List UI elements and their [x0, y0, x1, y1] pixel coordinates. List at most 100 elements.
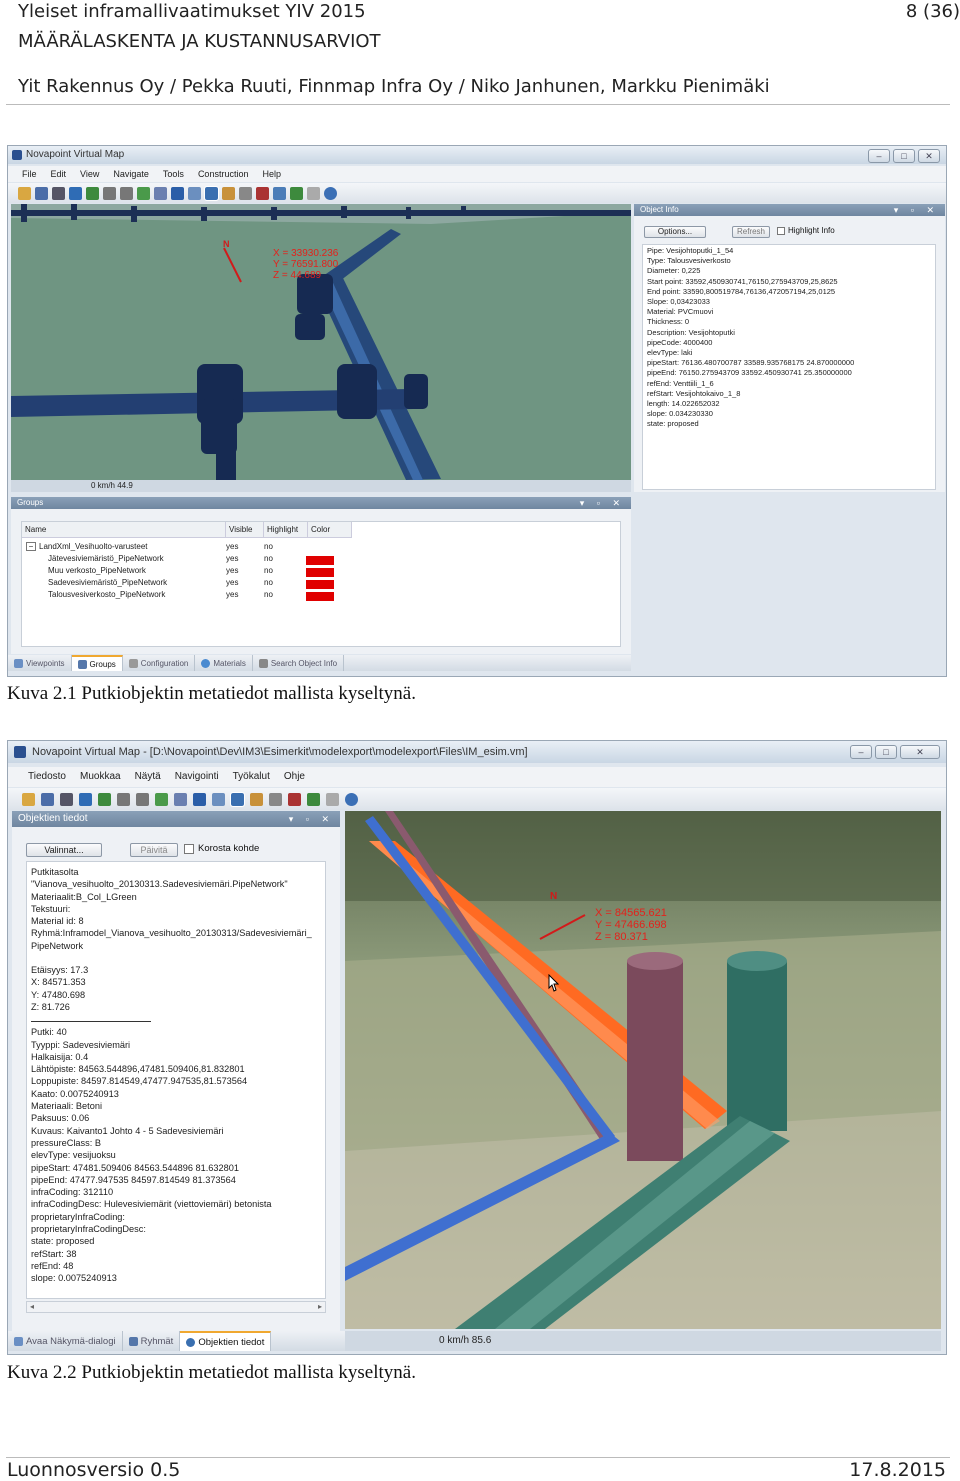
settings-icon[interactable] — [273, 186, 286, 200]
group-visible[interactable]: yes — [226, 542, 264, 554]
table-row[interactable]: Sadevesiviemäristö_PipeNetwork yes no — [48, 578, 334, 590]
menu-file[interactable]: File — [22, 166, 37, 182]
cut-icon[interactable] — [307, 186, 320, 200]
menu-navigointi[interactable]: Navigointi — [175, 767, 219, 787]
tab-search-object-info[interactable]: Search Object Info — [253, 655, 345, 671]
marker-icon[interactable] — [290, 186, 303, 200]
marker-icon[interactable] — [307, 792, 320, 806]
menu-tools[interactable]: Tools — [163, 166, 184, 182]
group-highlight[interactable]: no — [264, 542, 306, 554]
refresh-button[interactable]: Refresh — [732, 226, 770, 238]
figure2-3d-viewport[interactable]: N X = 84565.621 Y = 47466.698 Z = 80.371 — [345, 811, 941, 1329]
options-button[interactable]: Valinnat... — [26, 843, 102, 857]
highlight-info-checkbox[interactable] — [777, 227, 785, 235]
open-icon[interactable] — [22, 792, 35, 806]
group-color-swatch[interactable] — [306, 592, 334, 601]
measure-icon[interactable] — [269, 792, 282, 806]
tab-object-details[interactable]: Objektien tiedot — [180, 1331, 272, 1351]
group-color-swatch[interactable] — [306, 556, 334, 565]
group-visible[interactable]: yes — [226, 566, 264, 578]
layers-icon[interactable] — [193, 792, 206, 806]
menu-muokkaa[interactable]: Muokkaa — [80, 767, 121, 787]
group-highlight[interactable]: no — [264, 566, 306, 578]
rotate-icon[interactable] — [120, 186, 133, 200]
print-icon[interactable] — [60, 792, 73, 806]
search-icon[interactable] — [222, 186, 235, 200]
menu-help[interactable]: Help — [262, 166, 281, 182]
tab-configuration[interactable]: Configuration — [123, 655, 196, 671]
tab-viewpoints[interactable]: Viewpoints — [8, 655, 72, 671]
close-button[interactable]: ✕ — [918, 149, 940, 163]
group-color-swatch[interactable] — [306, 568, 334, 577]
maximize-button[interactable]: □ — [875, 745, 897, 759]
menu-edit[interactable]: Edit — [51, 166, 67, 182]
scroll-right-icon[interactable]: ▸ — [318, 1302, 322, 1311]
back-arrow-icon[interactable] — [69, 186, 82, 200]
back-arrow-icon[interactable] — [79, 792, 92, 806]
measure-icon[interactable] — [239, 186, 252, 200]
open-icon[interactable] — [18, 186, 31, 200]
scroll-left-icon[interactable]: ◂ — [30, 1302, 34, 1311]
walk-icon[interactable] — [137, 186, 150, 200]
figure1-3d-viewport[interactable]: N X = 33930.236 Y = 76591.800 Z = 44.689 — [11, 204, 631, 480]
column-color[interactable]: Color — [308, 522, 352, 537]
help-icon[interactable] — [324, 186, 337, 200]
column-visible[interactable]: Visible — [226, 522, 264, 537]
table-row[interactable]: − LandXml_Vesihuolto-varusteet yes no — [26, 542, 306, 554]
menu-navigate[interactable]: Navigate — [113, 166, 149, 182]
panel-controls-icon[interactable]: ▾ ▫ ✕ — [289, 811, 334, 827]
layers-icon[interactable] — [171, 186, 184, 200]
maximize-button[interactable]: □ — [893, 149, 915, 163]
group-visible[interactable]: yes — [226, 554, 264, 566]
tree-collapse-icon[interactable]: − — [26, 542, 36, 551]
highlight-object-checkbox[interactable] — [184, 844, 194, 854]
globe-icon[interactable] — [98, 792, 111, 806]
menu-ohje[interactable]: Ohje — [284, 767, 305, 787]
group-highlight[interactable]: no — [264, 590, 306, 602]
group-visible[interactable]: yes — [226, 590, 264, 602]
column-highlight[interactable]: Highlight — [264, 522, 308, 537]
tool-icon[interactable] — [256, 186, 269, 200]
tab-materials[interactable]: Materials — [195, 655, 253, 671]
menu-nayta[interactable]: Näytä — [135, 767, 161, 787]
search-icon[interactable] — [250, 792, 263, 806]
group-highlight[interactable]: no — [264, 554, 306, 566]
minimize-button[interactable]: – — [868, 149, 890, 163]
info-icon[interactable] — [204, 185, 219, 201]
column-name[interactable]: Name — [22, 522, 226, 537]
menu-view[interactable]: View — [80, 166, 99, 182]
tab-groups[interactable]: Ryhmät — [123, 1331, 181, 1351]
tab-open-view-dialog[interactable]: Avaa Näkymä-dialogi — [8, 1331, 123, 1351]
zoom-icon[interactable] — [212, 792, 225, 806]
print-icon[interactable] — [52, 186, 65, 200]
options-button[interactable]: Options... — [644, 226, 706, 238]
groups-panel-controls-icon[interactable]: ▾ ▫ ✕ — [580, 497, 625, 509]
zoom-icon[interactable] — [188, 186, 201, 200]
group-highlight[interactable]: no — [264, 578, 306, 590]
group-color-swatch[interactable] — [306, 580, 334, 589]
view-icon[interactable] — [174, 792, 187, 806]
tool-icon[interactable] — [288, 792, 301, 806]
rotate-icon[interactable] — [136, 792, 149, 806]
menu-tyokalut[interactable]: Työkalut — [233, 767, 270, 787]
menu-tiedosto[interactable]: Tiedosto — [28, 767, 66, 787]
info-icon[interactable] — [230, 791, 245, 807]
close-button[interactable]: ✕ — [900, 745, 940, 759]
menu-construction[interactable]: Construction — [198, 166, 249, 182]
walk-icon[interactable] — [155, 792, 168, 806]
save-icon[interactable] — [35, 186, 48, 200]
move-icon[interactable] — [103, 186, 116, 200]
help-icon[interactable] — [345, 792, 358, 806]
table-row[interactable]: Muu verkosto_PipeNetwork yes no — [48, 566, 334, 578]
save-icon[interactable] — [41, 792, 54, 806]
cut-icon[interactable] — [326, 792, 339, 806]
minimize-button[interactable]: – — [850, 745, 872, 759]
table-row[interactable]: Talousvesiverkosto_PipeNetwork yes no — [48, 590, 334, 602]
table-row[interactable]: Jätevesiviemäristö_PipeNetwork yes no — [48, 554, 334, 566]
view-icon[interactable] — [154, 186, 167, 200]
panel-controls-icon[interactable]: ▾ ▫ ✕ — [894, 204, 939, 216]
move-icon[interactable] — [117, 792, 130, 806]
refresh-button[interactable]: Päivitä — [130, 843, 178, 857]
tab-groups[interactable]: Groups — [71, 655, 123, 671]
group-visible[interactable]: yes — [226, 578, 264, 590]
